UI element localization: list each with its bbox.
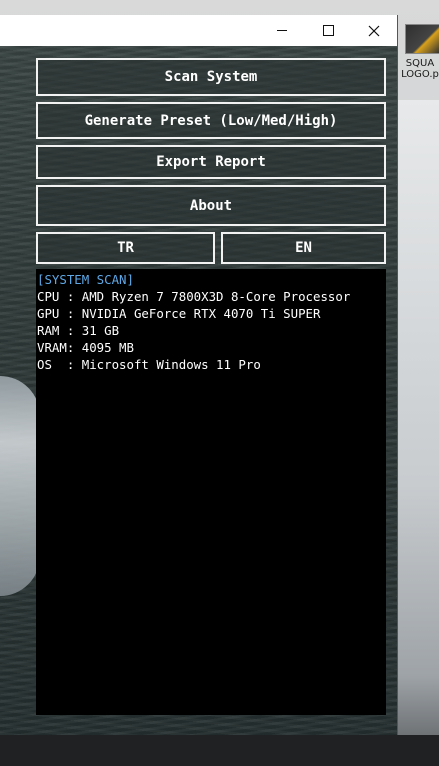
console-line-os: OS : Microsoft Windows 11 Pro — [37, 357, 261, 372]
main-panel: Scan System Generate Preset (Low/Med/Hig… — [0, 46, 397, 735]
desktop-icon-label-line-2: LOGO.p — [401, 69, 439, 80]
console-header: [SYSTEM SCAN] — [37, 272, 134, 287]
title-bar[interactable] — [0, 15, 397, 46]
image-thumbnail-icon — [405, 24, 439, 54]
desktop-file-icon[interactable]: SQUA LOGO.p — [401, 24, 439, 80]
desktop-wallpaper-area — [396, 100, 439, 740]
language-en-button[interactable]: EN — [221, 232, 386, 264]
console-line-vram: VRAM: 4095 MB — [37, 340, 134, 355]
console-line-cpu: CPU : AMD Ryzen 7 7800X3D 8-Core Process… — [37, 289, 351, 304]
maximize-icon — [322, 25, 334, 36]
console-line-gpu: GPU : NVIDIA GeForce RTX 4070 Ti SUPER — [37, 306, 321, 321]
background-aircraft — [0, 376, 40, 596]
output-console[interactable]: [SYSTEM SCAN] CPU : AMD Ryzen 7 7800X3D … — [36, 269, 386, 715]
generate-preset-button[interactable]: Generate Preset (Low/Med/High) — [36, 102, 386, 139]
scan-system-button[interactable]: Scan System — [36, 58, 386, 96]
language-tr-button[interactable]: TR — [36, 232, 215, 264]
maximize-button[interactable] — [305, 15, 351, 46]
desktop-icon-label: SQUA LOGO.p — [401, 58, 439, 80]
app-window: Scan System Generate Preset (Low/Med/Hig… — [0, 15, 398, 735]
export-report-button[interactable]: Export Report — [36, 145, 386, 179]
about-button[interactable]: About — [36, 185, 386, 226]
close-button[interactable] — [351, 15, 397, 46]
minimize-button[interactable] — [259, 15, 305, 46]
close-icon — [368, 25, 380, 36]
minimize-icon — [277, 30, 287, 31]
desktop-icon-label-line-1: SQUA — [405, 58, 435, 69]
taskbar-strip — [0, 735, 439, 766]
console-line-ram: RAM : 31 GB — [37, 323, 120, 338]
